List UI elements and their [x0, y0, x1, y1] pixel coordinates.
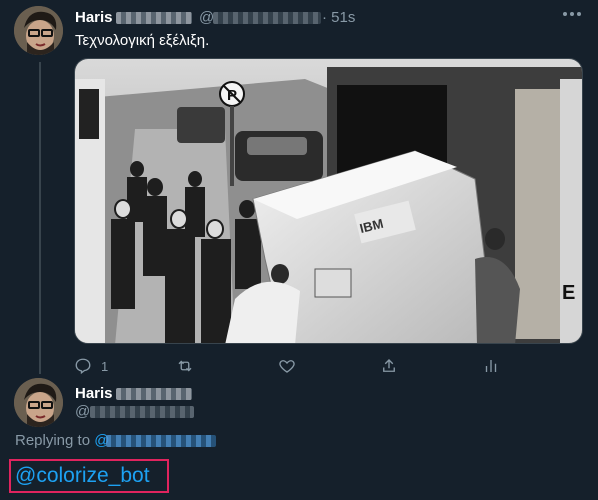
reply-action[interactable]: 1 — [74, 356, 108, 376]
reply-icon — [75, 358, 91, 375]
tweet-timestamp[interactable]: · 51s — [322, 9, 355, 26]
reply-author-name[interactable]: Haris — [75, 385, 113, 402]
replying-to: Replying to @ — [15, 432, 109, 449]
like-action[interactable] — [278, 356, 305, 376]
tweet-photo[interactable]: P E IBM — [74, 58, 583, 344]
tweet-text: Τεχνολογική εξέλιξη. — [75, 32, 210, 49]
reply-author-handle-at[interactable]: @ — [75, 403, 90, 420]
thread-line — [39, 62, 41, 374]
more-horizontal-icon[interactable] — [560, 6, 584, 26]
retweet-action[interactable] — [176, 356, 203, 376]
author-name[interactable]: Haris — [75, 9, 113, 26]
replying-to-label: Replying to — [15, 432, 91, 449]
svg-text:E: E — [562, 282, 575, 304]
reply-input[interactable]: @colorize_bot — [15, 464, 150, 488]
photo-illustration: P E IBM — [75, 59, 582, 343]
reply-author-handle-redacted[interactable] — [90, 406, 194, 418]
display-name-redacted — [116, 12, 192, 24]
avatar[interactable] — [14, 6, 63, 55]
tweet-actions: 1 — [74, 356, 504, 376]
author-handle-redacted[interactable] — [213, 12, 321, 24]
analytics-action[interactable] — [482, 356, 500, 376]
analytics-icon — [485, 360, 497, 372]
replying-to-handle-redacted[interactable] — [106, 435, 216, 447]
reply-avatar[interactable] — [14, 378, 63, 427]
reply-display-name-redacted — [116, 388, 192, 400]
heart-icon — [279, 360, 295, 373]
reply-count: 1 — [101, 358, 109, 374]
author-handle-at[interactable]: @ — [199, 9, 214, 26]
retweet-icon — [178, 360, 192, 372]
share-action[interactable] — [380, 356, 398, 376]
share-icon — [383, 359, 395, 372]
